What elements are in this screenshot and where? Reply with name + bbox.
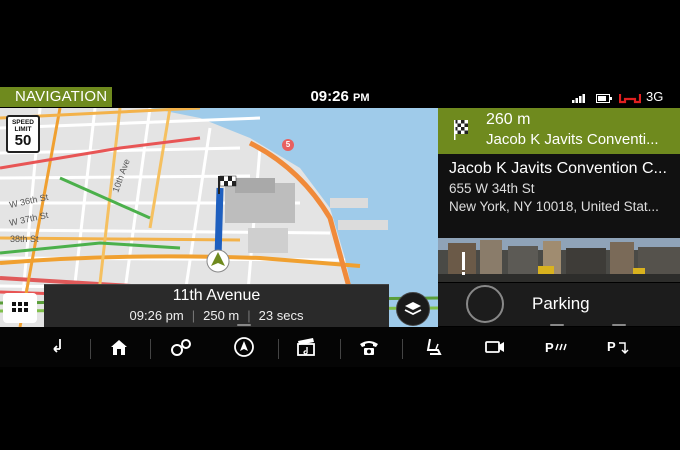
destination-flag-icon <box>454 120 468 140</box>
parking-label: Parking <box>532 294 590 313</box>
settings-button[interactable] <box>152 327 210 367</box>
vehicle-status-icon <box>619 94 641 104</box>
layers-icon <box>404 302 422 316</box>
park-exit-icon: P <box>607 339 629 355</box>
battery-icon <box>596 94 612 103</box>
parking-button[interactable]: Parking <box>438 283 680 326</box>
phone-button[interactable] <box>340 327 398 367</box>
turn-distance: 260 m <box>486 111 531 128</box>
speed-limit-label: SPEED LIMIT <box>11 119 35 133</box>
network-indicator: 3G <box>646 89 664 104</box>
navigation-icon <box>234 337 254 357</box>
route-eta: 09:26 pm <box>129 308 184 323</box>
route-distance: 250 m <box>203 308 240 323</box>
bottom-nav-bar: P P <box>0 324 680 367</box>
route-summary[interactable]: 11th Avenue 09:26 pm | 250 m | 23 secs <box>44 284 389 327</box>
route-duration: 23 secs <box>258 308 304 323</box>
destination-name: Jacob K Javits Convention C... <box>449 160 667 177</box>
destination-address-line1: 655 W 34th St <box>449 181 535 196</box>
phone-icon <box>360 341 378 355</box>
camera-icon <box>485 341 504 353</box>
street-view-image[interactable] <box>438 238 680 282</box>
svg-text:P: P <box>607 339 616 354</box>
destination-card[interactable]: Jacob K Javits Convention C... 655 W 34t… <box>438 154 680 238</box>
camera-button[interactable] <box>466 327 524 367</box>
seat-icon <box>426 338 442 355</box>
app-title: NAVIGATION <box>0 87 112 107</box>
svg-text:P: P <box>545 340 554 355</box>
navigation-button[interactable] <box>215 324 273 367</box>
back-icon <box>53 339 61 353</box>
destination-address-line2: New York, NY 10018, United Stat... <box>449 199 659 214</box>
clock-suffix: PM <box>353 92 370 104</box>
route-marker-number: 5 <box>285 140 291 149</box>
route-info: 09:26 pm | 250 m | 23 secs <box>129 308 304 323</box>
clock-time: 09:26 <box>310 88 349 105</box>
clock: 09:26 PM <box>290 87 390 108</box>
home-button[interactable] <box>90 327 148 367</box>
street-view-picture <box>438 238 680 282</box>
media-button[interactable] <box>278 327 336 367</box>
seat-button[interactable] <box>404 327 462 367</box>
media-icon <box>297 338 315 356</box>
turn-destination: Jacob K Javits Conventi... <box>486 131 659 148</box>
apps-grid-button[interactable] <box>3 293 37 323</box>
svg-text:38th St: 38th St <box>10 234 39 244</box>
speed-limit-value: 50 <box>14 132 32 149</box>
park-assist-button[interactable]: P <box>528 324 586 367</box>
park-exit-button[interactable]: P <box>590 324 648 367</box>
grid-icon <box>12 302 28 312</box>
back-button[interactable] <box>28 327 86 367</box>
settings-icon <box>171 339 191 356</box>
map-layers-button[interactable] <box>396 292 430 326</box>
speed-limit-sign: SPEED LIMIT 50 <box>6 115 40 153</box>
signal-icon <box>572 94 585 103</box>
current-street: 11th Avenue <box>172 287 261 304</box>
home-icon <box>111 340 127 355</box>
parking-indicator-icon <box>466 285 504 323</box>
park-assist-icon: P <box>545 340 567 355</box>
next-turn-panel[interactable]: 260 m Jacob K Javits Conventi... <box>438 108 680 154</box>
